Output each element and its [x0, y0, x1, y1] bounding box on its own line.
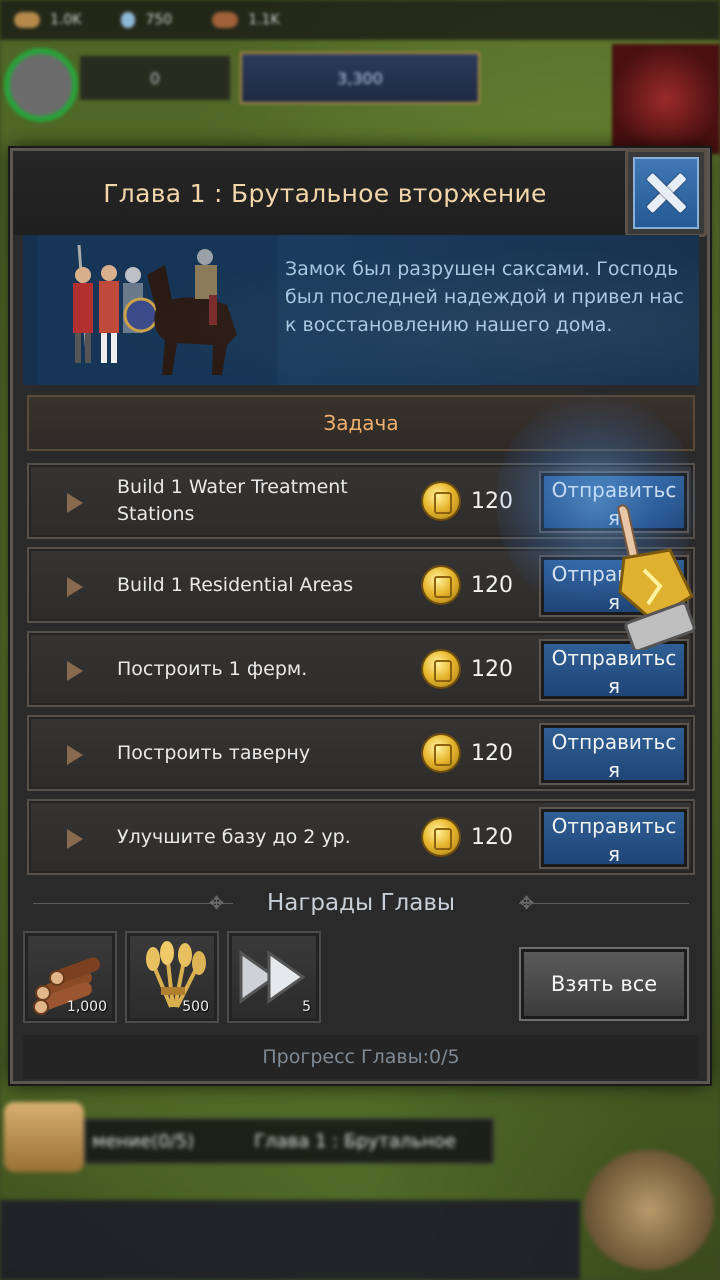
player-avatar[interactable] — [4, 48, 78, 122]
resource-bar: 1.0K 750 1.1K — [0, 0, 720, 40]
chapter-progress: Прогресс Главы:0/5 — [23, 1035, 699, 1079]
task-header-label: Задача — [323, 411, 399, 435]
task-row: Построить таверну 120 Отправиться — [27, 715, 695, 791]
task-reward-amount: 120 — [471, 740, 513, 766]
gem-button[interactable] — [612, 44, 720, 154]
quest-strip-left: мение(0/5) — [92, 1130, 195, 1152]
task-reward-amount: 120 — [471, 656, 513, 682]
chapter-banner: Замок был разрушен саксами. Господь был … — [23, 235, 699, 385]
quest-scroll-icon[interactable] — [4, 1102, 84, 1172]
expand-arrow-icon[interactable] — [67, 493, 83, 513]
task-label: Build 1 Residential Areas — [117, 573, 354, 596]
hud-row: 0 3,300 — [0, 44, 720, 154]
knights-illustration — [37, 235, 277, 385]
task-section-header: Задача — [27, 395, 695, 451]
ornament-icon: ✥ — [209, 893, 225, 914]
task-reward-amount: 120 — [471, 488, 513, 514]
dialog-header: Глава 1 : Брутальное вторжение — [13, 151, 707, 235]
task-label: Построить 1 ферм. — [117, 657, 308, 680]
task-label: Построить таверну — [117, 741, 311, 764]
rewards-title-row: ✥ Награды Главы ✥ — [33, 883, 689, 923]
bottom-hud: мение(0/5) Глава 1 : Брутальное — [0, 1090, 720, 1280]
task-row: Улучшите базу до 2 ур. 120 Отправиться — [27, 799, 695, 875]
gold-icon — [14, 12, 40, 28]
coin-icon — [423, 819, 459, 855]
task-label: Build 1 Water Treatment Stations — [117, 476, 348, 525]
task-row: Build 1 Residential Areas 120 Отправитьс… — [27, 547, 695, 623]
task-reward-amount: 120 — [471, 572, 513, 598]
reward-items: 1,000 500 5 — [23, 931, 321, 1023]
troops-display[interactable]: 3,300 — [240, 52, 480, 104]
coin-icon — [423, 483, 459, 519]
reward-qty: 5 — [302, 999, 311, 1015]
task-row: Построить 1 ферм. 120 Отправиться — [27, 631, 695, 707]
reward-qty: 1,000 — [66, 999, 107, 1015]
reward-qty: 500 — [182, 999, 209, 1015]
coin-icon — [423, 651, 459, 687]
chapter-description: Замок был разрушен саксами. Господь был … — [285, 258, 684, 336]
close-button[interactable] — [625, 149, 707, 237]
go-button[interactable]: Отправиться — [539, 807, 689, 869]
quest-strip-right: Глава 1 : Брутальное — [254, 1130, 456, 1152]
dialog-title: Глава 1 : Брутальное вторжение — [103, 178, 547, 208]
task-list: Build 1 Water Treatment Stations 120 Отп… — [27, 463, 695, 883]
task-label: Улучшите базу до 2 ур. — [117, 825, 351, 848]
close-button-face[interactable] — [633, 157, 699, 229]
resource-wood[interactable]: 1.1K — [212, 12, 280, 28]
chat-bar[interactable] — [0, 1200, 580, 1280]
coin-icon — [423, 567, 459, 603]
rewards-title: Награды Главы — [266, 890, 456, 916]
claim-all-button[interactable]: Взять все — [519, 947, 689, 1021]
task-row: Build 1 Water Treatment Stations 120 Отп… — [27, 463, 695, 539]
water-drop-icon — [121, 12, 136, 28]
tutorial-hand-icon — [616, 504, 696, 650]
expand-arrow-icon[interactable] — [67, 577, 83, 597]
reward-item-wheat[interactable]: 500 — [125, 931, 219, 1023]
power-display: 0 — [80, 56, 230, 100]
task-reward-amount: 120 — [471, 824, 513, 850]
quest-strip[interactable]: мение(0/5) Глава 1 : Брутальное — [84, 1118, 494, 1164]
reward-item-wood[interactable]: 1,000 — [23, 931, 117, 1023]
wood-icon — [212, 12, 239, 28]
expand-arrow-icon[interactable] — [67, 829, 83, 849]
expand-arrow-icon[interactable] — [67, 745, 83, 765]
coin-icon — [423, 735, 459, 771]
reward-item-speedup[interactable]: 5 — [227, 931, 321, 1023]
expand-arrow-icon[interactable] — [67, 661, 83, 681]
resource-gold[interactable]: 1.0K — [14, 12, 81, 28]
resource-water[interactable]: 750 — [121, 12, 172, 28]
world-map-button[interactable] — [584, 1150, 714, 1270]
divider — [33, 903, 233, 904]
divider — [519, 903, 689, 904]
go-button[interactable]: Отправиться — [539, 723, 689, 785]
close-icon — [644, 171, 688, 215]
